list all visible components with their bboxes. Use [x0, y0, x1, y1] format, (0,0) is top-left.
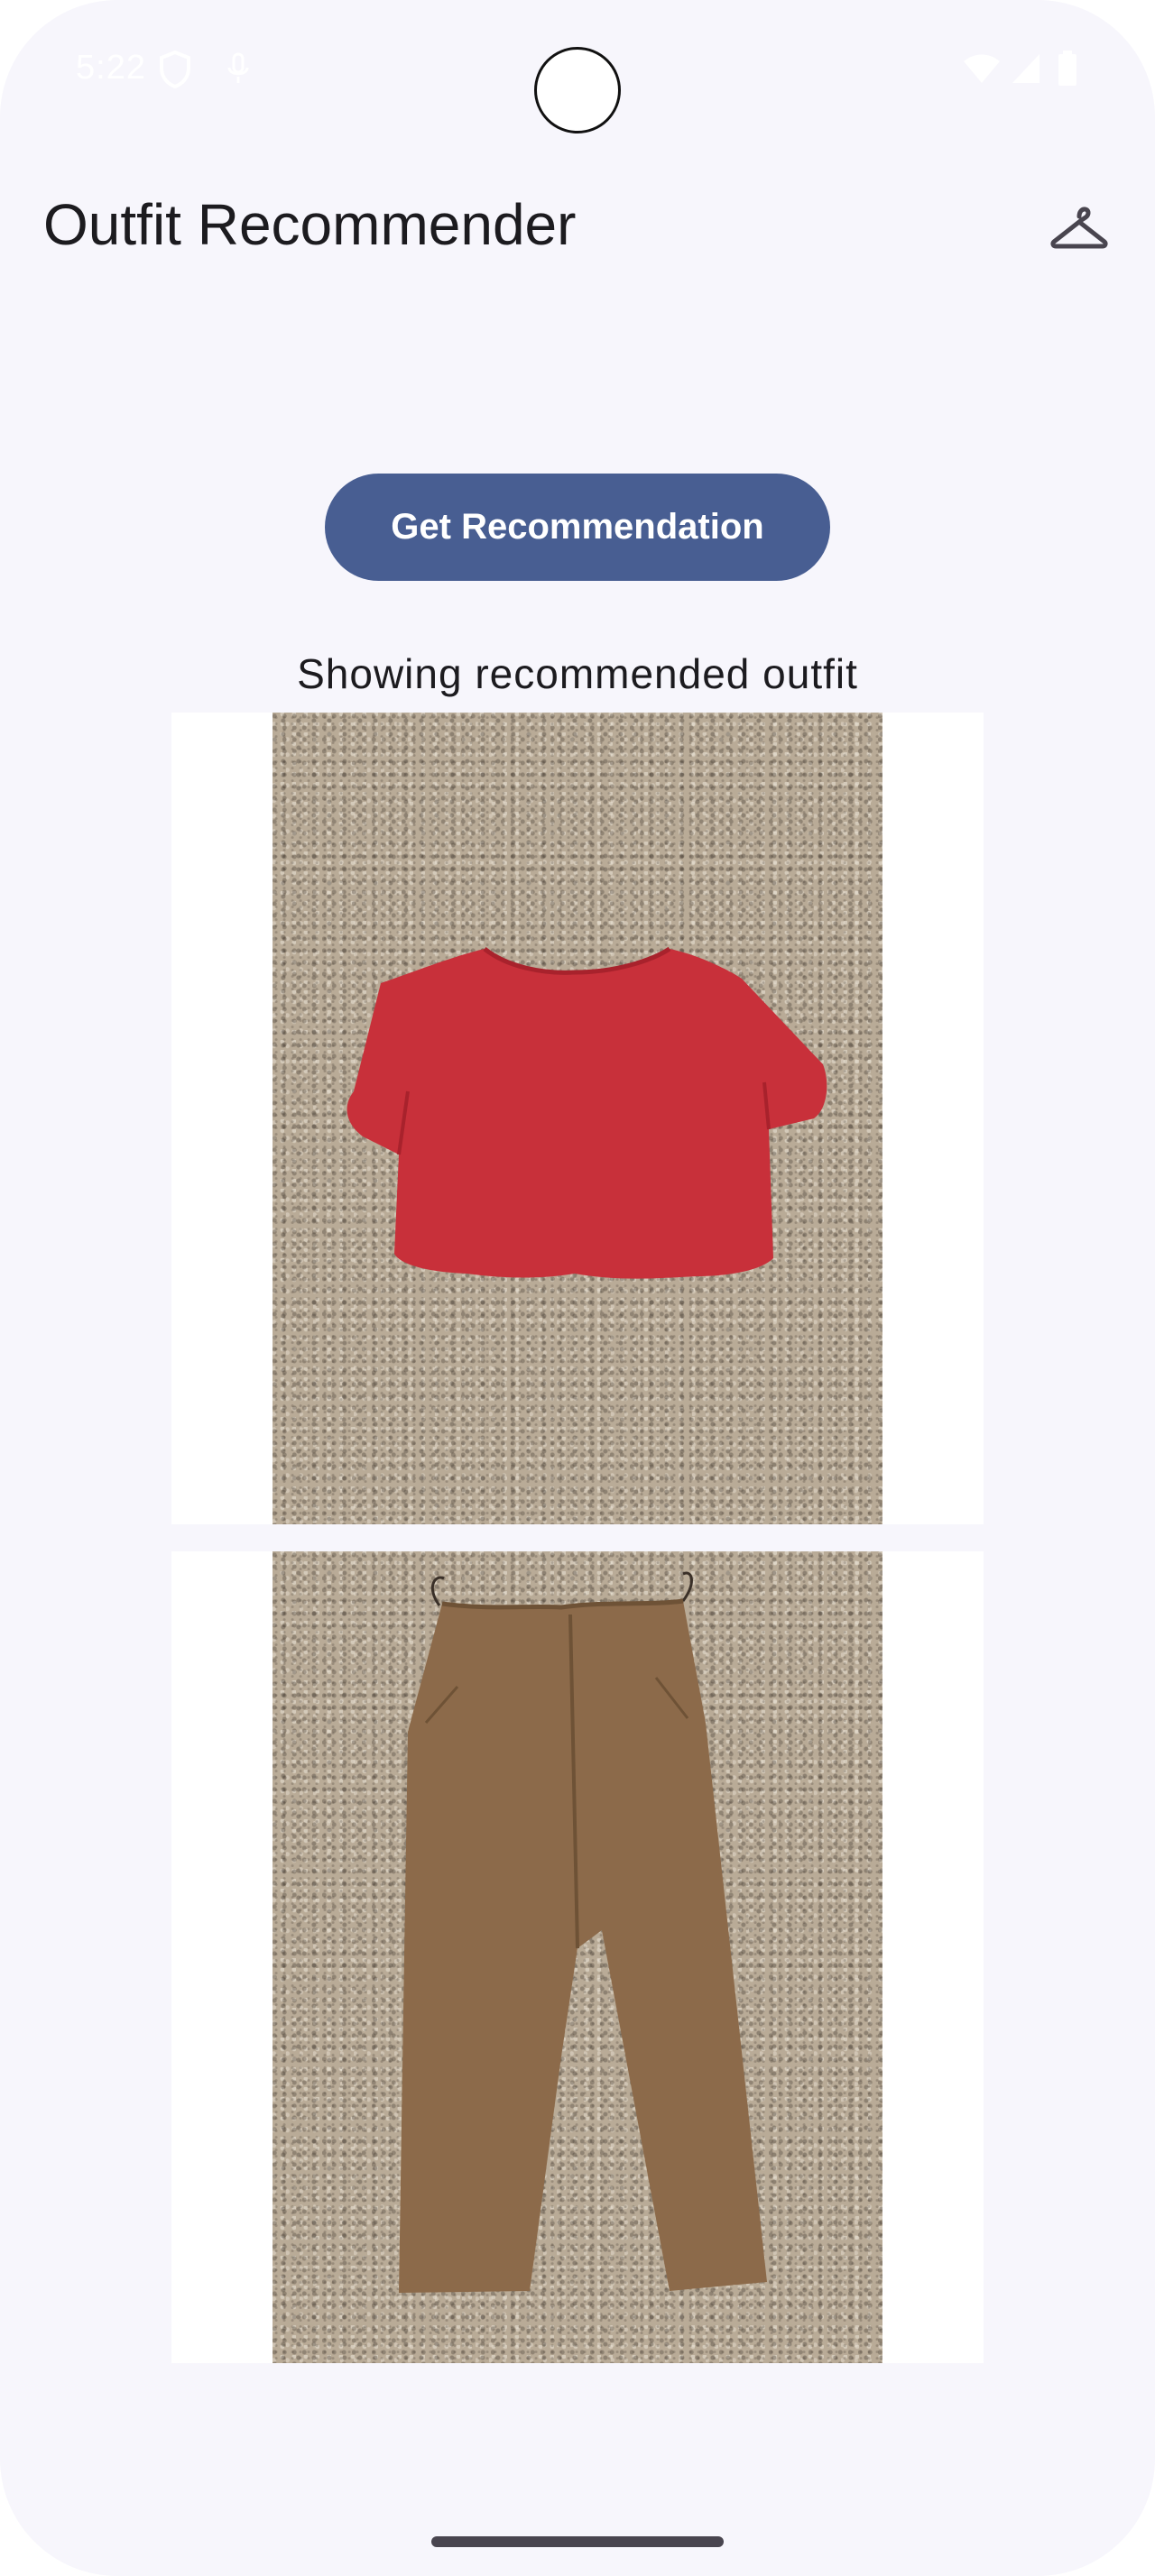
brown-pants-graphic — [399, 1571, 767, 2293]
red-tshirt-graphic — [346, 946, 827, 1279]
gesture-bar[interactable] — [431, 2536, 724, 2547]
get-recommendation-button[interactable]: Get Recommendation — [325, 474, 830, 581]
battery-icon — [1058, 51, 1076, 86]
result-caption: Showing recommended outfit — [297, 650, 858, 697]
outfit-bottom-panel — [171, 1551, 984, 2363]
hanger-icon — [1050, 207, 1108, 249]
wardrobe-button[interactable] — [1043, 197, 1115, 258]
mic-icon — [227, 52, 249, 83]
red-tshirt-photo — [273, 713, 882, 1524]
camera-cutout — [534, 47, 621, 133]
status-time: 5:22 — [76, 49, 146, 87]
brown-pants-photo — [273, 1551, 882, 2363]
outfit-top-panel — [171, 713, 984, 1524]
phone-screen: 5:22 Outfit Recommender Get Recommendati… — [0, 0, 1155, 2576]
shield-icon — [160, 51, 190, 88]
app-title: Outfit Recommender — [43, 192, 577, 257]
wifi-icon — [964, 54, 1000, 83]
signal-icon — [1012, 54, 1040, 83]
